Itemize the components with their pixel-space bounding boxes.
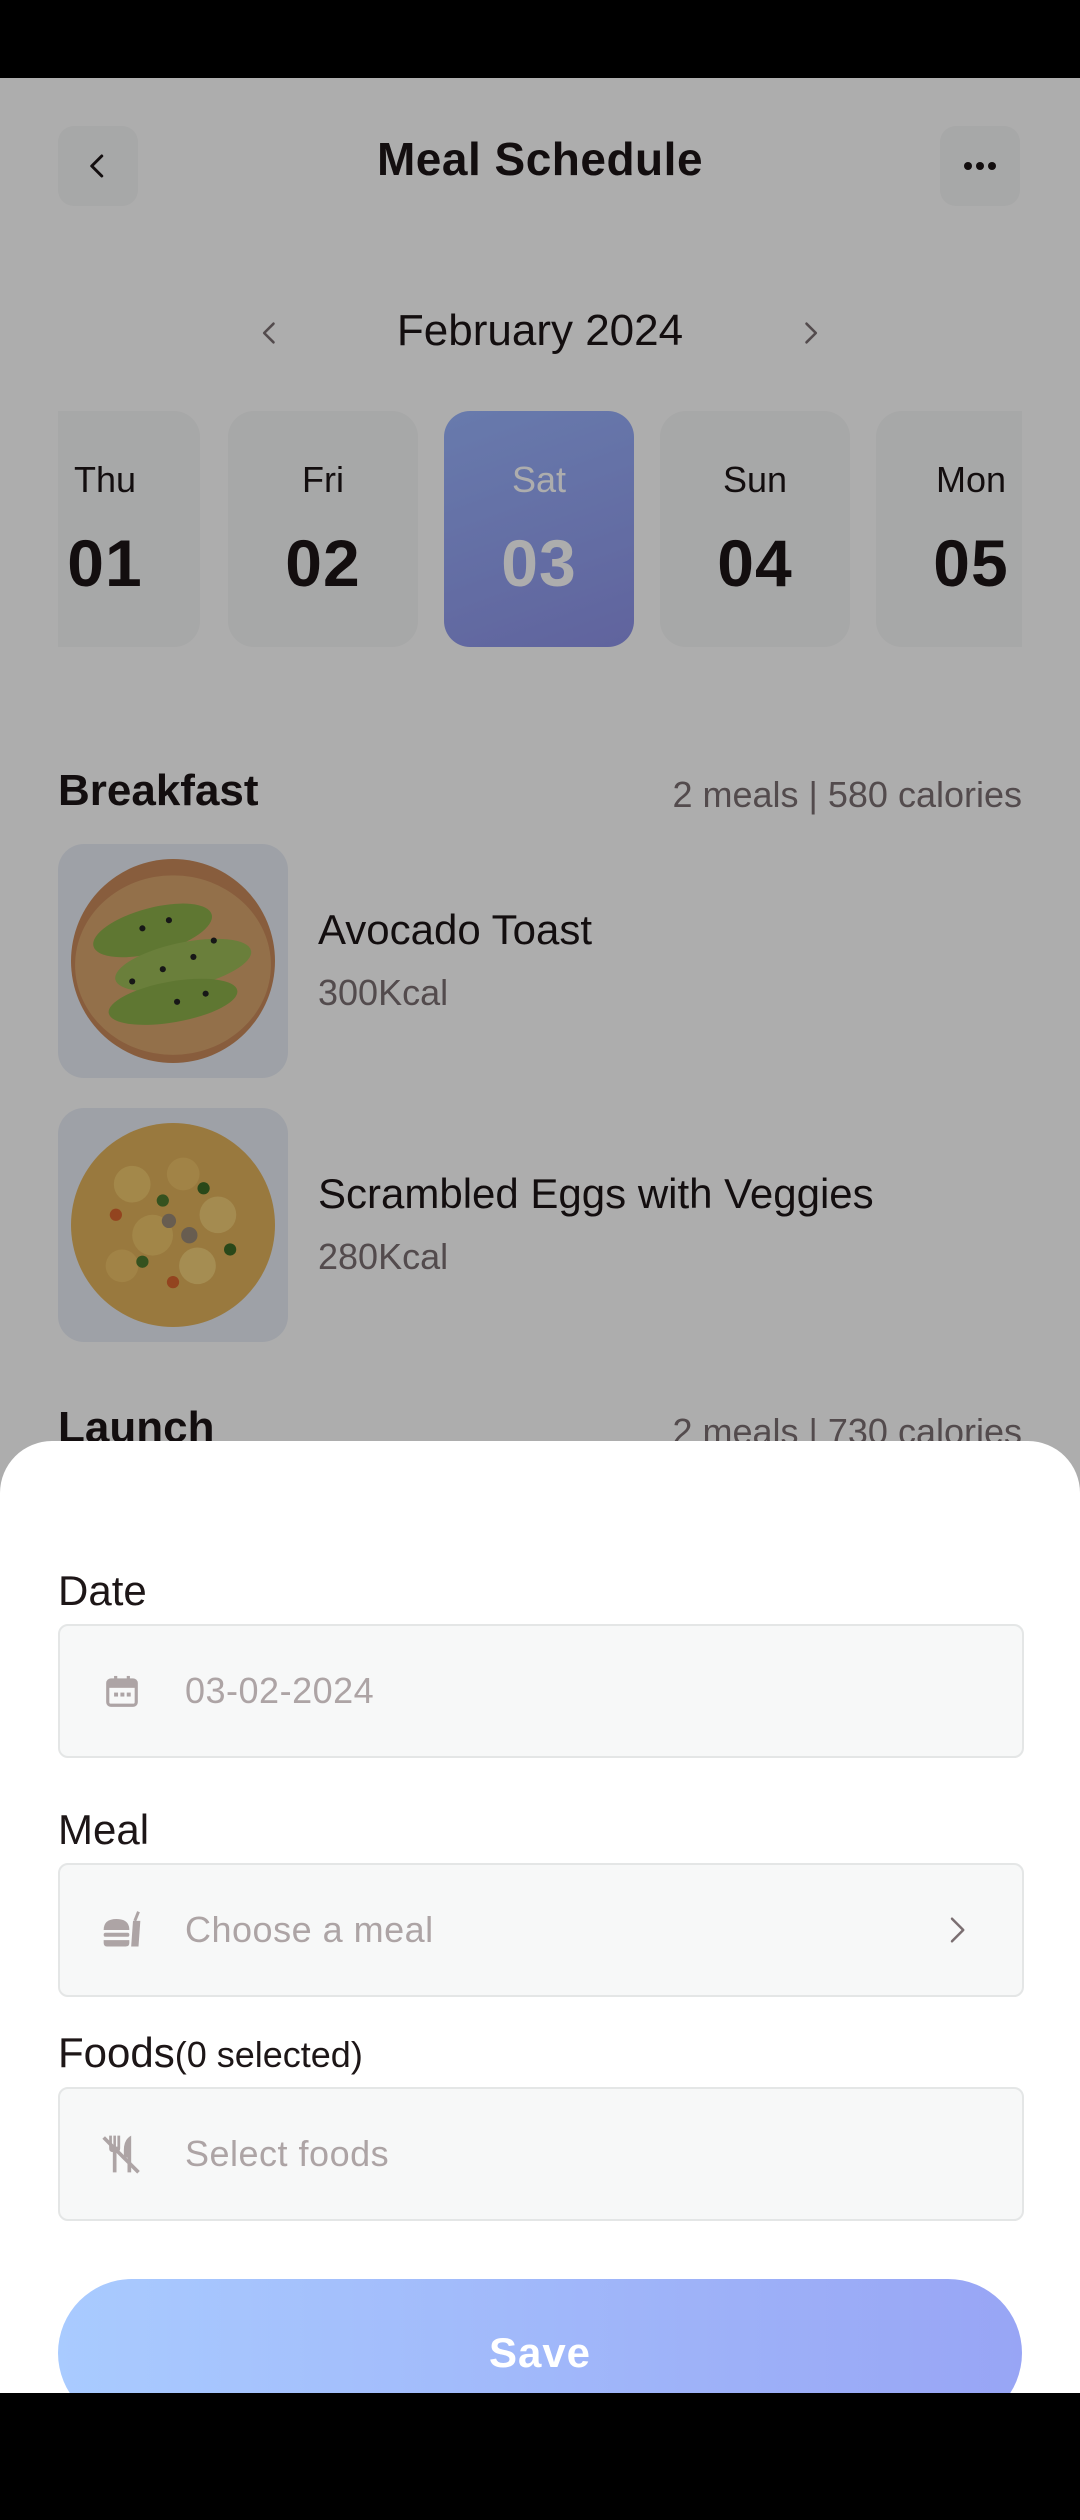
date-label: Date [58, 1567, 147, 1614]
burger-icon [100, 1908, 144, 1952]
foods-label-text: Foods [58, 2029, 175, 2076]
foods-selected-count: (0 selected) [174, 2034, 363, 2075]
foods-label: Foods(0 selected) [58, 2029, 363, 2077]
save-button[interactable]: Save [58, 2279, 1022, 2393]
chevron-right-icon [932, 1905, 982, 1955]
add-meal-sheet: Date 03-02-2024 Meal Choose a meal Foods… [0, 1441, 1080, 2393]
meal-schedule-screen: Meal Schedule February 2024 Thu 01 Fri 0… [0, 78, 1080, 2393]
date-value: 03-02-2024 [185, 1670, 375, 1711]
no-food-icon [100, 2132, 144, 2176]
system-nav-bar [0, 2393, 1080, 2520]
meal-label: Meal [58, 1806, 150, 1853]
foods-select[interactable]: Select foods [58, 2087, 1024, 2221]
foods-placeholder: Select foods [185, 2133, 390, 2174]
status-bar [0, 0, 1080, 78]
date-field[interactable]: 03-02-2024 [58, 1624, 1024, 1758]
calendar-icon [100, 1669, 144, 1713]
meal-placeholder: Choose a meal [185, 1909, 434, 1950]
meal-select[interactable]: Choose a meal [58, 1863, 1024, 1997]
